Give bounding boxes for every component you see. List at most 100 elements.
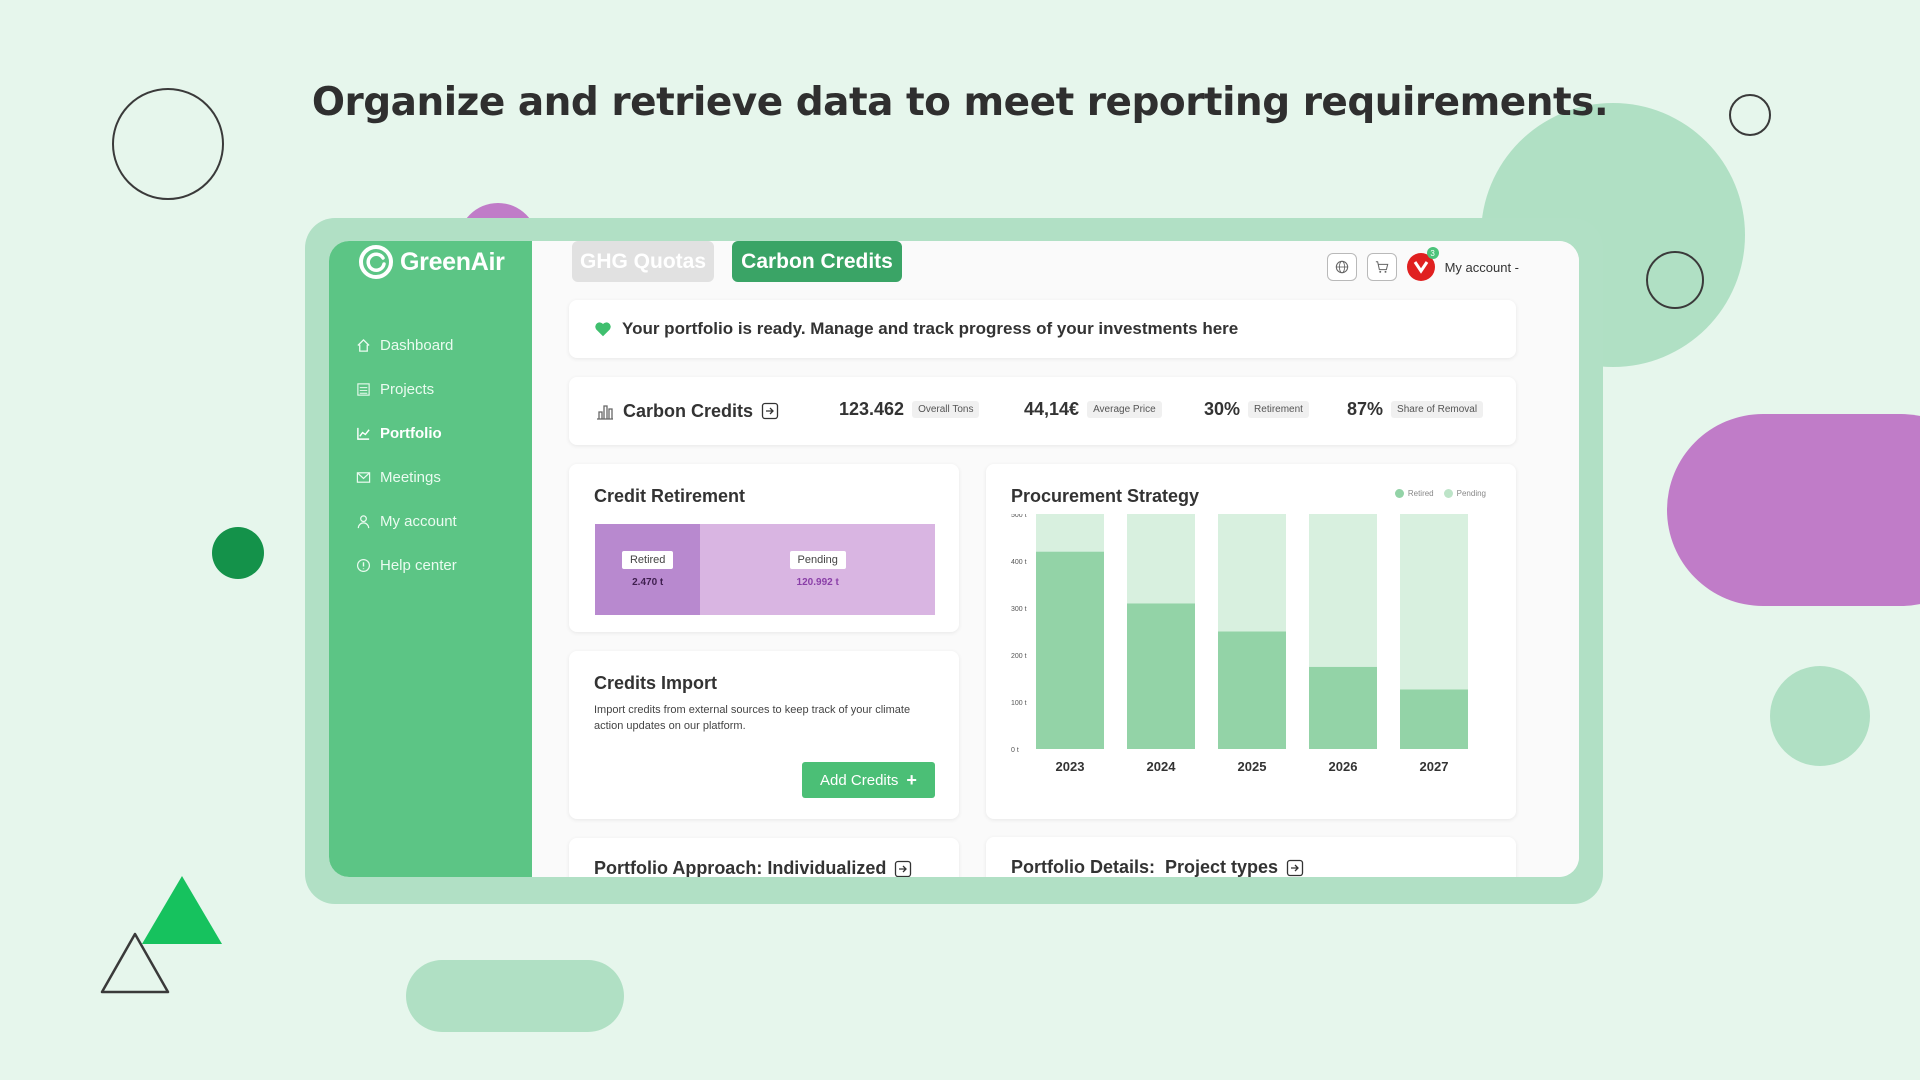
heart-icon <box>595 322 611 337</box>
sidebar-item-projects[interactable]: Projects <box>356 367 457 411</box>
greenair-logo-icon <box>359 245 393 279</box>
stat-label: Share of Removal <box>1391 401 1484 418</box>
bar-retired-2025 <box>1218 631 1286 749</box>
x-tick-label: 2027 <box>1420 759 1449 774</box>
y-tick-label: 400 t <box>1011 559 1027 566</box>
account-menu[interactable]: My account - <box>1445 260 1519 275</box>
stat-label: Average Price <box>1087 401 1162 418</box>
card-title[interactable]: Portfolio Details: Project types <box>1011 857 1304 877</box>
import-description: Import credits from external sources to … <box>594 704 911 732</box>
pending-value: 120.992 t <box>796 577 839 588</box>
stat-label: Overall Tons <box>912 401 980 418</box>
y-tick-label: 0 t <box>1011 747 1019 754</box>
carbon-credits-summary: Carbon Credits 123.462 Overall Tons 44,1… <box>569 377 1516 445</box>
card-title: Procurement Strategy <box>1011 486 1200 506</box>
user-avatar-icon <box>1413 261 1428 274</box>
sidebar-item-label: Dashboard <box>380 336 454 354</box>
sidebar-item-label: Meetings <box>380 468 441 486</box>
card-title: Credit Retirement <box>594 486 746 506</box>
card-title[interactable]: Portfolio Approach: Individualized <box>594 858 912 877</box>
tab-ghg-quotas[interactable]: GHG Quotas <box>572 241 714 282</box>
retired-label: Retired <box>621 551 674 569</box>
home-icon <box>357 338 370 352</box>
bar-pending-2027 <box>1400 514 1468 690</box>
sidebar-item-label: Help center <box>380 556 457 574</box>
open-link-icon <box>1286 859 1304 876</box>
add-credits-button[interactable]: Add Credits + <box>802 762 935 798</box>
bar-pending-2023 <box>1036 514 1104 552</box>
x-tick-label: 2023 <box>1056 759 1085 774</box>
avatar[interactable]: 3 <box>1406 247 1439 281</box>
sidebar-item-help-center[interactable]: Help center <box>356 543 457 587</box>
mail-icon <box>356 471 371 483</box>
portfolio-approach-card: Portfolio Approach: Individualized <box>569 838 959 877</box>
page-headline: Organize and retrieve data to meet repor… <box>311 80 1609 125</box>
info-icon <box>356 558 371 572</box>
stat-retirement: 30% Retirement <box>1204 399 1309 420</box>
stat-value: 123.462 <box>839 399 905 419</box>
retirement-bar: Retired 2.470 t Pending 120.992 t <box>595 524 935 615</box>
bar-retired-2023 <box>1036 551 1104 749</box>
retired-value: 2.470 t <box>632 577 664 588</box>
tab-carbon-credits[interactable]: Carbon Credits <box>732 241 902 282</box>
sidebar-item-dashboard[interactable]: Dashboard <box>356 323 457 367</box>
deco-purple-pill <box>1667 414 1920 606</box>
sidebar-nav: Dashboard Projects Portfolio Meetings My… <box>356 323 457 587</box>
sidebar: GreenAir Dashboard Projects Portfolio Me… <box>329 241 532 877</box>
sidebar-item-my-account[interactable]: My account <box>356 499 457 543</box>
legend-item-pending: Pending <box>1443 489 1486 499</box>
y-tick-label: 200 t <box>1011 653 1027 660</box>
x-tick-label: 2024 <box>1147 759 1177 774</box>
globe-icon <box>1335 260 1348 274</box>
x-tick-label: 2026 <box>1329 759 1358 774</box>
portfolio-details-card: Portfolio Details: Project types <box>986 837 1516 877</box>
stat-overall-tons: 123.462 Overall Tons <box>839 399 980 420</box>
bar-retired-2027 <box>1400 689 1468 749</box>
procurement-chart: 0 t 100 t 200 t 300 t 400 t 500 t 2023 2024 2025… <box>1011 514 1468 774</box>
open-link-icon[interactable] <box>761 402 779 420</box>
y-tick-label: 100 t <box>1011 700 1027 707</box>
credits-import-card: Credits Import Import credits from exter… <box>569 651 959 819</box>
language-button[interactable] <box>1326 253 1357 281</box>
brand-name: GreenAir <box>400 247 505 276</box>
pending-label: Pending <box>789 551 846 569</box>
y-tick-label: 500 t <box>1011 514 1027 519</box>
stat-label: Retirement <box>1248 401 1309 418</box>
portfolio-banner: Your portfolio is ready. Manage and trac… <box>569 300 1516 358</box>
stat-share-of-removal: 87% Share of Removal <box>1347 399 1484 420</box>
procurement-strategy-card: Procurement Strategy Retired Pending 0 t… <box>986 464 1516 819</box>
deco-green-circle-right <box>1770 666 1870 766</box>
deco-green-pill-bottom <box>406 960 624 1032</box>
sidebar-item-label: Portfolio <box>380 424 442 442</box>
plus-icon: + <box>906 769 917 790</box>
stat-average-price: 44,14€ Average Price <box>1024 399 1162 420</box>
header-actions: 3 My account - <box>1326 247 1519 281</box>
list-icon <box>357 382 370 396</box>
sidebar-item-label: My account <box>380 512 457 530</box>
sidebar-item-meetings[interactable]: Meetings <box>356 455 457 499</box>
credit-retirement-card: Credit Retirement Retired 2.470 t Pendin… <box>569 464 959 632</box>
button-label: Add Credits <box>820 771 899 789</box>
summary-title: Carbon Credits <box>623 400 754 421</box>
brand-logo[interactable]: GreenAir <box>358 244 505 280</box>
bar-retired-2024 <box>1127 603 1195 749</box>
main-content: GHG Quotas Carbon Credits 3 My account -… <box>532 241 1579 877</box>
y-tick-label: 300 t <box>1011 606 1027 613</box>
cart-button[interactable] <box>1366 253 1397 281</box>
chart-icon <box>357 427 370 440</box>
retired-segment[interactable]: Retired 2.470 t <box>595 524 701 615</box>
bar-retired-2026 <box>1309 666 1377 749</box>
pending-segment[interactable]: Pending 120.992 t <box>700 524 935 615</box>
bar-pending-2024 <box>1127 514 1195 604</box>
user-icon <box>357 514 370 528</box>
sidebar-item-portfolio[interactable]: Portfolio <box>356 411 457 455</box>
stat-value: 44,14€ <box>1024 399 1080 419</box>
notification-badge: 3 <box>1426 247 1439 259</box>
open-link-icon <box>895 860 912 877</box>
deco-green-triangle <box>142 876 222 944</box>
banner-text: Your portfolio is ready. Manage and trac… <box>622 319 1239 338</box>
bar-chart-icon <box>597 405 613 420</box>
chart-legend: Retired Pending <box>1394 489 1486 499</box>
cart-icon <box>1375 261 1388 273</box>
deco-dark-green-dot <box>212 527 264 579</box>
